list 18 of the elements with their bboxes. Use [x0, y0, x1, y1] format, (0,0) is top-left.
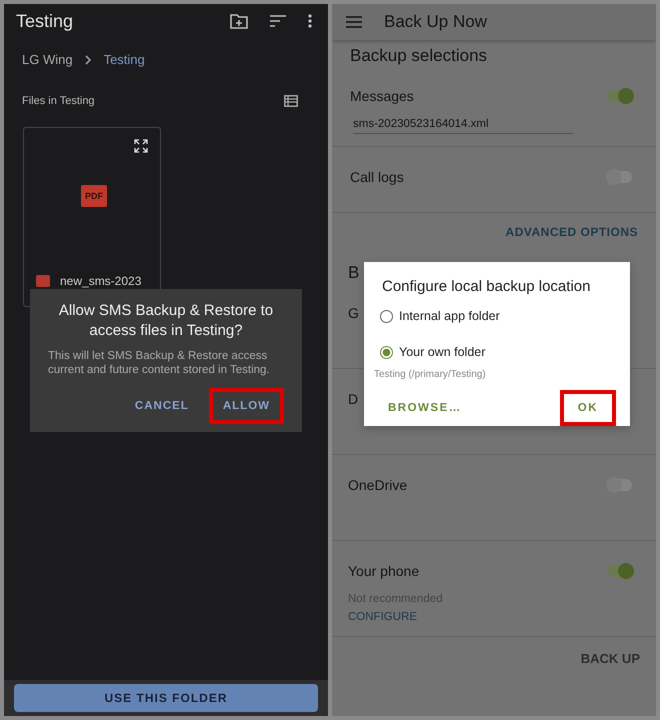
- item-label: Messages: [350, 88, 414, 104]
- item-label: Your phone: [348, 563, 420, 579]
- screen-title: Back Up Now: [384, 12, 487, 32]
- dialog-message: This will let SMS Backup & Restore access current and future content stored in Testing.: [48, 350, 271, 378]
- section-label: Files in Testing: [22, 95, 95, 107]
- item-label: Call logs: [350, 169, 404, 185]
- screen-title: Testing: [16, 10, 74, 32]
- folder-path: Testing (/primary/Testing): [374, 369, 487, 380]
- option-label: Your own folder: [399, 345, 486, 359]
- dialog-title: Configure local backup location: [382, 278, 592, 295]
- option-label: Internal app folder: [399, 309, 500, 323]
- file-type-badge: PDF: [81, 185, 107, 207]
- item-label: G: [348, 305, 359, 321]
- section-heading: Backup selections: [349, 45, 488, 66]
- item-label: OneDrive: [348, 477, 408, 493]
- item-label: D: [348, 391, 358, 407]
- file-name: new_sms-2023: [60, 274, 142, 288]
- section-heading: B: [347, 262, 360, 283]
